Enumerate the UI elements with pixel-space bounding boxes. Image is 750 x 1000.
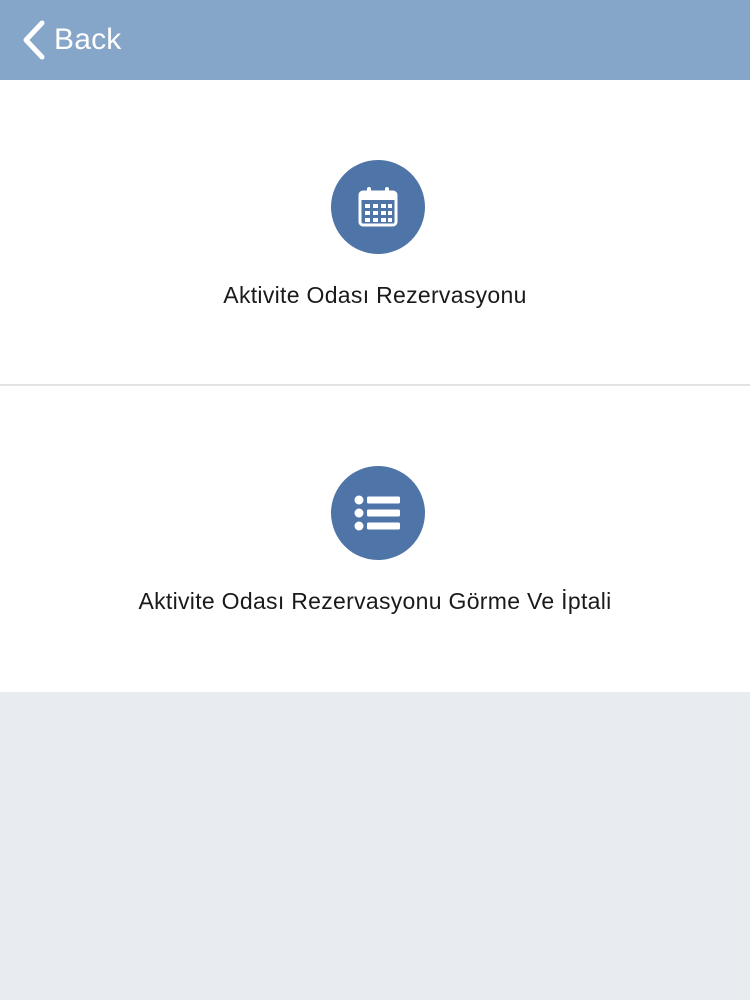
menu-item-view-cancel[interactable]: Aktivite Odası Rezervasyonu Görme Ve İpt… [0,386,750,692]
back-button[interactable]: Back [22,18,122,62]
menu-list: Aktivite Odası Rezervasyonu Aktivite Oda… [0,80,750,692]
back-button-label: Back [54,23,122,56]
empty-background [0,692,750,1000]
list-icon-circle [331,466,425,560]
list-icon [354,495,400,531]
chevron-left-icon [23,20,45,60]
menu-item-label: Aktivite Odası Rezervasyonu Görme Ve İpt… [138,588,612,614]
calendar-icon [358,187,398,227]
menu-item-label: Aktivite Odası Rezervasyonu [223,282,527,308]
navigation-bar: Back [0,0,750,80]
calendar-icon-circle [331,160,425,254]
menu-item-reservation[interactable]: Aktivite Odası Rezervasyonu [0,80,750,386]
